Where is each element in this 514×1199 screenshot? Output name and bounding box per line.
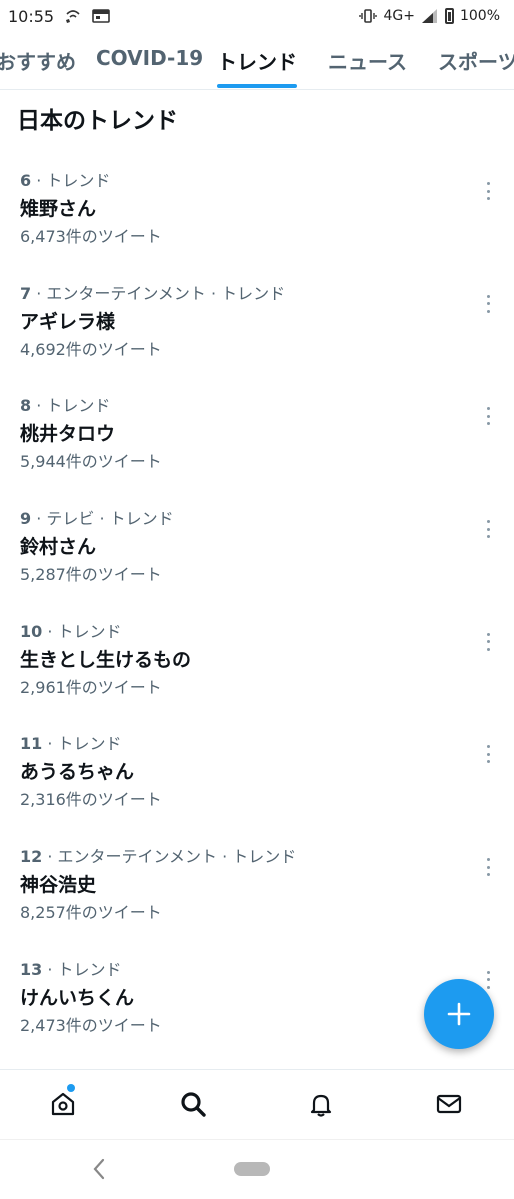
trend-meta: 10 · トレンド	[20, 621, 122, 641]
trend-name: 鈴村さん	[20, 536, 97, 559]
home-pill[interactable]	[234, 1162, 270, 1176]
vibrate-icon	[359, 9, 378, 23]
trend-item[interactable]: 9 · テレビ · トレンド 鈴村さん 5,287件のツイート	[0, 508, 514, 621]
status-left: 10:55	[8, 7, 110, 26]
trend-item[interactable]: 10 · トレンド 生きとし生けるもの 2,961件のツイート	[0, 621, 514, 734]
system-nav-bar	[0, 1139, 514, 1199]
active-tab-indicator	[217, 84, 297, 88]
trend-meta: 9 · テレビ · トレンド	[20, 509, 174, 529]
more-options-icon[interactable]	[480, 631, 496, 653]
trend-rank: 13	[20, 959, 43, 979]
tab-trends[interactable]: トレンド	[217, 46, 297, 75]
trend-meta: 8 · トレンド	[20, 396, 111, 416]
signal-icon	[421, 9, 437, 23]
trend-item[interactable]: 8 · トレンド 桃井タロウ 5,944件のツイート	[0, 395, 514, 508]
trend-category: トレンド	[46, 396, 111, 416]
trend-name: アギレラ様	[20, 310, 116, 333]
network-type: 4G+	[383, 8, 415, 24]
status-right: 4G+ 100%	[359, 8, 500, 24]
bottom-nav	[0, 1069, 514, 1139]
nav-home[interactable]	[47, 1084, 79, 1120]
tab-covid[interactable]: COVID-19	[96, 46, 203, 70]
trend-list: 6 · トレンド 雉野さん 6,473件のツイート 7 · エンターテインメント…	[0, 170, 514, 1072]
tab-news[interactable]: ニュース	[328, 46, 407, 75]
nav-search[interactable]	[177, 1088, 209, 1120]
more-options-icon[interactable]	[480, 856, 496, 878]
trend-count: 6,473件のツイート	[20, 227, 162, 246]
mail-icon	[436, 1094, 462, 1114]
trend-name: 桃井タロウ	[20, 423, 116, 446]
trend-item[interactable]: 6 · トレンド 雉野さん 6,473件のツイート	[0, 170, 514, 283]
notification-dot	[67, 1084, 75, 1092]
trend-category: エンターテインメント · トレンド	[57, 847, 297, 867]
nav-messages[interactable]	[433, 1088, 465, 1120]
trend-category: トレンド	[57, 621, 122, 641]
battery-icon	[444, 8, 454, 24]
bell-icon	[310, 1094, 332, 1117]
explore-tabs: おすすめ COVID-19 トレンド ニュース スポーツ	[0, 32, 514, 90]
trend-category: トレンド	[46, 171, 111, 190]
back-icon[interactable]	[88, 1156, 110, 1182]
trend-meta: 13 · トレンド	[20, 959, 122, 979]
trend-item[interactable]: 11 · トレンド あうるちゃん 2,316件のツイート	[0, 733, 514, 846]
home-icon	[51, 1092, 75, 1116]
tab-sports[interactable]: スポーツ	[438, 46, 514, 75]
trend-rank: 10	[20, 621, 43, 641]
trend-category: トレンド	[57, 959, 122, 979]
trend-count: 5,287件のツイート	[20, 565, 162, 585]
trend-name: あうるちゃん	[20, 761, 135, 784]
wifi-calling-icon	[66, 10, 80, 23]
trend-count: 8,257件のツイート	[20, 903, 162, 923]
trend-rank: 11	[20, 734, 43, 754]
trend-rank: 7	[20, 283, 32, 303]
battery-percent: 100%	[459, 8, 500, 24]
trend-rank: 8	[20, 396, 32, 416]
trend-rank: 12	[20, 847, 43, 867]
more-options-icon[interactable]	[480, 293, 496, 315]
more-options-icon[interactable]	[480, 180, 496, 202]
more-options-icon[interactable]	[480, 405, 496, 427]
trend-item[interactable]: 12 · エンターテインメント · トレンド 神谷浩史 8,257件のツイート	[0, 846, 514, 959]
status-time: 10:55	[8, 6, 55, 26]
search-icon	[181, 1092, 206, 1117]
trend-count: 5,944件のツイート	[20, 452, 162, 472]
trend-meta: 12 · エンターテインメント · トレンド	[20, 847, 297, 867]
trend-count: 2,961件のツイート	[20, 677, 162, 697]
tab-recommended[interactable]: おすすめ	[0, 46, 76, 75]
plus-icon	[447, 1002, 471, 1026]
trend-name: 神谷浩史	[20, 874, 97, 897]
section-title: 日本のトレンド	[17, 108, 178, 134]
trend-category: トレンド	[57, 734, 122, 754]
trend-rank: 9	[20, 509, 32, 529]
nav-notifications[interactable]	[305, 1088, 337, 1120]
status-bar: 10:55 4G+ 100%	[0, 0, 514, 32]
trend-item[interactable]: 7 · エンターテインメント · トレンド アギレラ様 4,692件のツイート	[0, 283, 514, 396]
more-options-icon[interactable]	[480, 743, 496, 765]
more-options-icon[interactable]	[480, 518, 496, 540]
calendar-icon	[92, 9, 110, 23]
trend-meta: 7 · エンターテインメント · トレンド	[20, 283, 286, 303]
compose-tweet-button[interactable]	[424, 979, 494, 1049]
trend-category: エンターテインメント · トレンド	[46, 283, 286, 303]
trend-count: 2,316件のツイート	[20, 790, 162, 810]
trend-meta: 6 · トレンド	[20, 171, 111, 190]
trend-count: 4,692件のツイート	[20, 339, 162, 359]
trend-rank: 6	[20, 171, 32, 190]
trend-meta: 11 · トレンド	[20, 734, 122, 754]
trend-name: 雉野さん	[20, 198, 97, 220]
trend-name: 生きとし生けるもの	[20, 648, 192, 671]
trend-category: テレビ · トレンド	[46, 509, 174, 529]
